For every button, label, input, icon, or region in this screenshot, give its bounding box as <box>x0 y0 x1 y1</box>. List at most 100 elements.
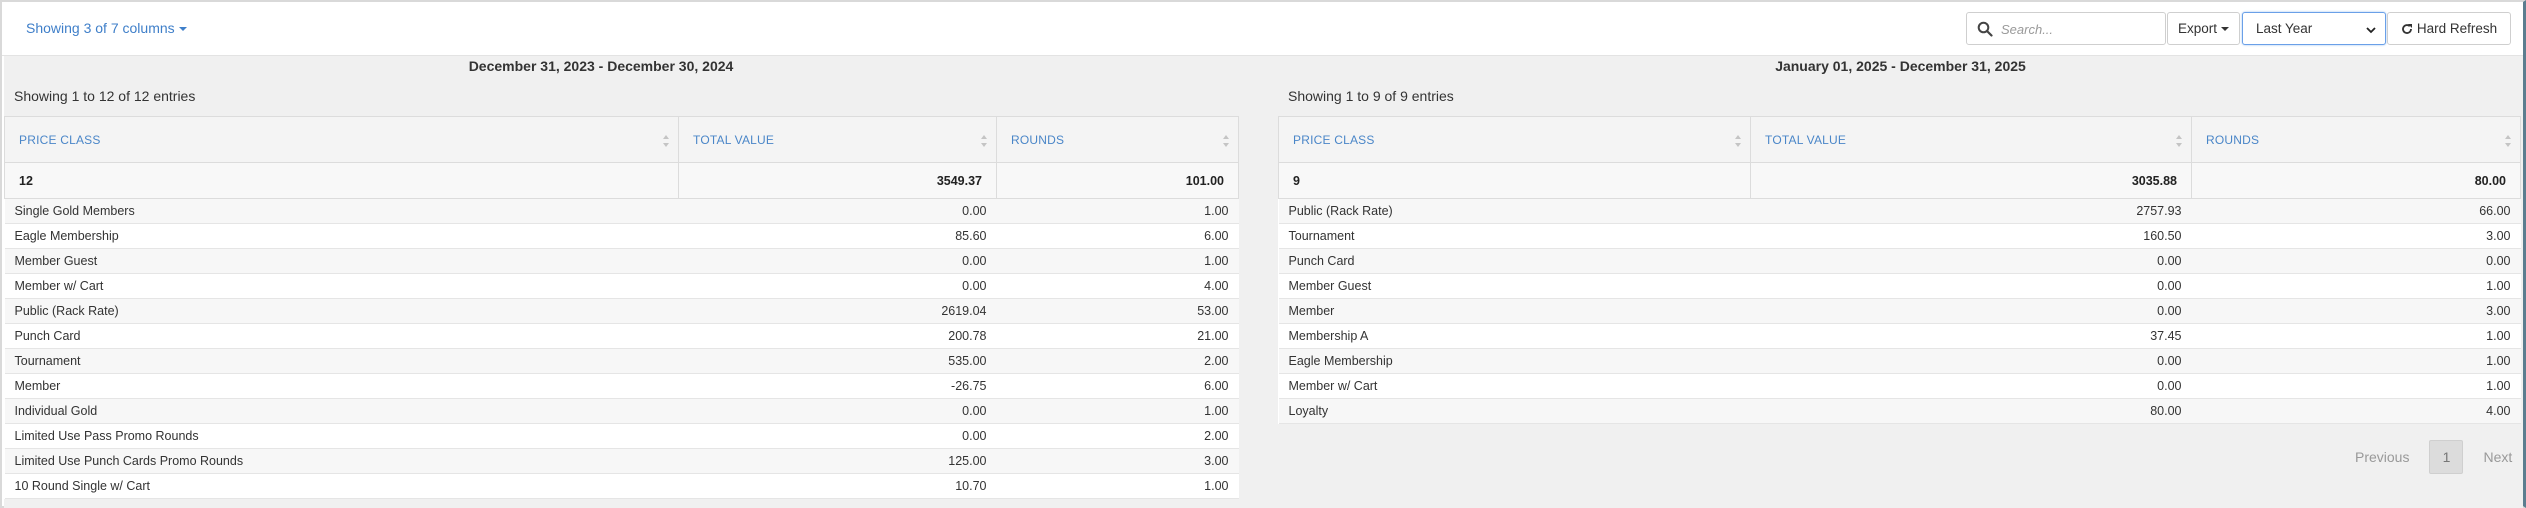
rounds-cell: 2.00 <box>996 348 1239 374</box>
sort-icon <box>663 135 669 147</box>
summary-rounds: 101.00 <box>996 162 1239 199</box>
rounds-cell: 3.00 <box>996 448 1239 474</box>
total-value-cell: 0.00 <box>678 273 997 299</box>
price-class-cell: Member w/ Cart <box>4 273 679 299</box>
total-value-cell: 125.00 <box>678 448 997 474</box>
period-selected-value: Last Year <box>2256 21 2313 36</box>
price-class-cell: Member Guest <box>4 248 679 274</box>
sort-icon <box>981 135 987 147</box>
table-row: Member Guest 0.00 1.00 <box>1278 273 2521 299</box>
column-header-total-value[interactable]: TOTAL VALUE <box>1750 116 2192 163</box>
total-value-cell: 535.00 <box>678 348 997 374</box>
price-class-cell: Tournament <box>1278 223 1751 249</box>
table-row: Eagle Membership 85.60 6.00 <box>4 223 1239 249</box>
summary-rounds: 80.00 <box>2191 162 2521 199</box>
total-value-cell: 0.00 <box>678 198 997 224</box>
sort-icon <box>1735 135 1741 147</box>
rounds-cell: 1.00 <box>996 473 1239 499</box>
summary-total-value: 3035.88 <box>1750 162 2192 199</box>
hard-refresh-button[interactable]: Hard Refresh <box>2387 12 2511 45</box>
chevron-down-icon <box>2366 27 2376 34</box>
rounds-cell: 1.00 <box>996 248 1239 274</box>
rounds-cell: 1.00 <box>2191 323 2521 349</box>
rounds-cell: 3.00 <box>2191 223 2521 249</box>
total-value-cell: -26.75 <box>678 373 997 399</box>
price-class-cell: Member <box>4 373 679 399</box>
table-row: Individual Gold 0.00 1.00 <box>4 398 1239 424</box>
total-value-cell: 0.00 <box>1750 248 2192 274</box>
summary-row: 9 3035.88 80.00 <box>1278 162 2521 199</box>
column-visibility-dropdown[interactable]: Showing 3 of 7 columns <box>26 20 187 36</box>
price-class-table: PRICE CLASS TOTAL VALUE ROUNDS 12 3549.3… <box>4 116 1239 499</box>
search-icon <box>1977 21 1993 37</box>
export-button[interactable]: Export <box>2167 12 2240 45</box>
column-header-price-class[interactable]: PRICE CLASS <box>4 116 679 163</box>
search-input[interactable] <box>1999 18 2159 40</box>
rounds-cell: 1.00 <box>2191 373 2521 399</box>
hard-refresh-label: Hard Refresh <box>2416 21 2498 36</box>
column-header-label: ROUNDS <box>1011 132 1065 147</box>
rounds-cell: 2.00 <box>996 423 1239 449</box>
price-class-cell: Eagle Membership <box>1278 348 1751 374</box>
table-row: Public (Rack Rate) 2757.93 66.00 <box>1278 198 2521 224</box>
total-value-cell: 37.45 <box>1750 323 2192 349</box>
table-row: Public (Rack Rate) 2619.04 53.00 <box>4 298 1239 324</box>
table-row: Tournament 535.00 2.00 <box>4 348 1239 374</box>
table-row: Member Guest 0.00 1.00 <box>4 248 1239 274</box>
column-header-total-value[interactable]: TOTAL VALUE <box>678 116 997 163</box>
rounds-cell: 3.00 <box>2191 298 2521 324</box>
page-1-button[interactable]: 1 <box>2429 440 2464 474</box>
column-header-rounds[interactable]: ROUNDS <box>2191 116 2521 163</box>
table-row: Member -26.75 6.00 <box>4 373 1239 399</box>
price-class-cell: Member <box>1278 298 1751 324</box>
price-class-table: PRICE CLASS TOTAL VALUE ROUNDS 9 3035.88… <box>1278 116 2521 424</box>
price-class-cell: Member Guest <box>1278 273 1751 299</box>
rounds-cell: 1.00 <box>2191 348 2521 374</box>
next-page-button[interactable]: Next <box>2469 449 2526 465</box>
total-value-cell: 80.00 <box>1750 398 2192 424</box>
price-class-cell: Public (Rack Rate) <box>4 298 679 324</box>
total-value-cell: 0.00 <box>678 423 997 449</box>
table-row: Loyalty 80.00 4.00 <box>1278 398 2521 424</box>
report-window: Showing 3 of 7 columns Export Last Year … <box>0 0 2526 508</box>
rounds-cell: 6.00 <box>996 223 1239 249</box>
rounds-cell: 21.00 <box>996 323 1239 349</box>
caret-down-icon <box>178 27 187 32</box>
column-header-rounds[interactable]: ROUNDS <box>996 116 1239 163</box>
total-value-cell: 10.70 <box>678 473 997 499</box>
column-header-label: ROUNDS <box>2206 132 2260 147</box>
summary-row: 12 3549.37 101.00 <box>4 162 1239 199</box>
price-class-cell: Limited Use Punch Cards Promo Rounds <box>4 448 679 474</box>
rounds-cell: 4.00 <box>996 273 1239 299</box>
column-header-label: TOTAL VALUE <box>1765 132 1847 147</box>
toolbar: Showing 3 of 7 columns Export Last Year … <box>2 2 2523 56</box>
entries-info: Showing 1 to 12 of 12 entries <box>14 88 196 104</box>
sort-icon <box>1223 135 1229 147</box>
price-class-cell: 10 Round Single w/ Cart <box>4 473 679 499</box>
price-class-cell: Member w/ Cart <box>1278 373 1751 399</box>
rounds-cell: 6.00 <box>996 373 1239 399</box>
rounds-cell: 1.00 <box>996 198 1239 224</box>
sort-icon <box>2505 135 2511 147</box>
previous-page-button[interactable]: Previous <box>2341 449 2423 465</box>
caret-down-icon <box>2221 26 2230 31</box>
table-row: Punch Card 200.78 21.00 <box>4 323 1239 349</box>
search-box[interactable] <box>1966 12 2166 45</box>
pagination: Previous 1 Next <box>2341 440 2526 474</box>
column-visibility-label: Showing 3 of 7 columns <box>26 20 175 36</box>
summary-count: 12 <box>4 162 679 199</box>
table-row: Membership A 37.45 1.00 <box>1278 323 2521 349</box>
total-value-cell: 0.00 <box>1750 348 2192 374</box>
period-select[interactable]: Last Year <box>2242 12 2386 45</box>
column-header-label: TOTAL VALUE <box>693 132 775 147</box>
table-row: Eagle Membership 0.00 1.00 <box>1278 348 2521 374</box>
column-header-price-class[interactable]: PRICE CLASS <box>1278 116 1751 163</box>
table-row: Single Gold Members 0.00 1.00 <box>4 198 1239 224</box>
entries-info: Showing 1 to 9 of 9 entries <box>1288 88 1454 104</box>
rounds-cell: 66.00 <box>2191 198 2521 224</box>
table-row: Tournament 160.50 3.00 <box>1278 223 2521 249</box>
table-row: Punch Card 0.00 0.00 <box>1278 248 2521 274</box>
summary-total-value: 3549.37 <box>678 162 997 199</box>
total-value-cell: 0.00 <box>1750 373 2192 399</box>
price-class-cell: Punch Card <box>4 323 679 349</box>
